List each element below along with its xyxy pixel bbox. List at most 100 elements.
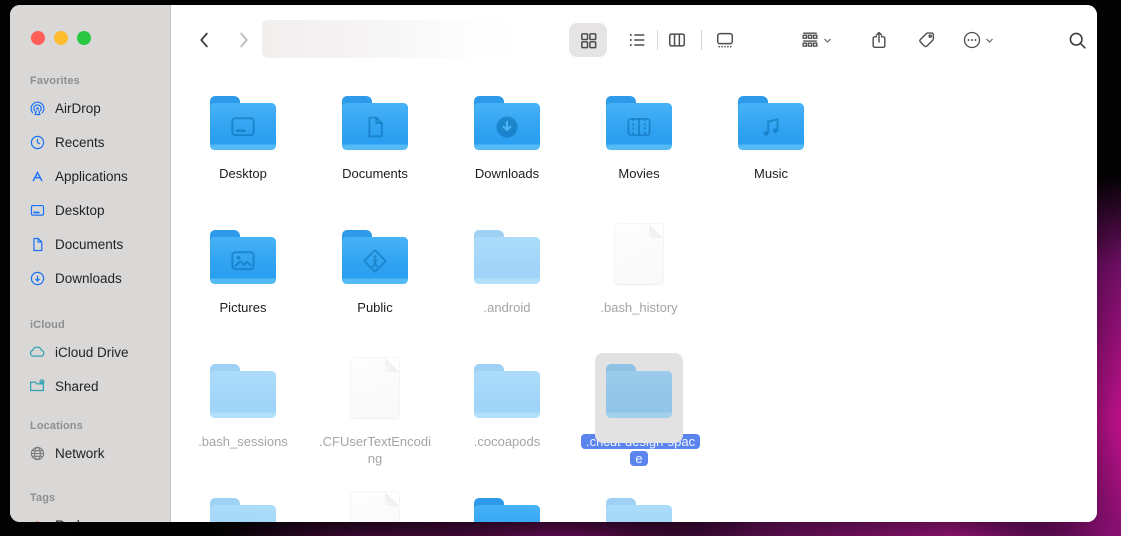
gallery-view-button[interactable] <box>709 23 741 57</box>
sidebar-item-tag-red[interactable]: Red <box>10 508 170 522</box>
grid-icon <box>579 31 598 50</box>
folder-icon <box>606 96 672 150</box>
appstore-icon <box>25 168 49 185</box>
item-label: .android <box>449 299 565 316</box>
grid-item-hidden-file[interactable] <box>315 494 435 522</box>
item-label: Desktop <box>185 165 301 182</box>
folder-icon <box>210 230 276 284</box>
grid-item-public[interactable]: Public <box>315 226 435 360</box>
download-glyph <box>474 103 540 150</box>
sidebar-item-label: Applications <box>55 169 128 184</box>
icon-view-button[interactable] <box>569 23 607 57</box>
item-label: .bash_sessions <box>185 433 301 450</box>
grid-item-cfusertextencoding[interactable]: .CFUserTextEncoding <box>315 360 435 494</box>
folder-icon <box>606 498 672 522</box>
columns-icon <box>667 30 687 50</box>
search-button[interactable] <box>1061 23 1093 57</box>
grid-item-cocoapods[interactable]: .cocoapods <box>447 360 567 494</box>
gallery-icon <box>715 30 735 50</box>
sidebar-item-desktop[interactable]: Desktop <box>10 193 170 227</box>
close-button[interactable] <box>31 31 45 45</box>
sidebar-section-icloud: iCloud <box>10 315 170 335</box>
sidebar-item-documents[interactable]: Documents <box>10 227 170 261</box>
airdrop-icon <box>25 100 49 117</box>
folder-icon <box>342 96 408 150</box>
folder-icon <box>474 364 540 418</box>
sidebar-item-network[interactable]: Network <box>10 436 170 470</box>
folder-icon <box>606 364 672 418</box>
grid-item-folder[interactable] <box>447 494 567 522</box>
grid-row: .bash_sessions .CFUserTextEncoding .coco… <box>183 360 831 494</box>
file-grid: Desktop Documents Downloads <box>183 92 831 522</box>
grid-item-desktop[interactable]: Desktop <box>183 92 303 226</box>
tag-button[interactable] <box>911 23 943 57</box>
document-icon <box>25 236 49 253</box>
zoom-button[interactable] <box>77 31 91 45</box>
red-tag-icon <box>25 517 49 523</box>
document-glyph <box>342 103 408 150</box>
group-button[interactable] <box>793 23 839 57</box>
folder-icon <box>738 96 804 150</box>
grid-item-hidden-folder[interactable] <box>579 494 699 522</box>
folder-icon <box>210 498 276 522</box>
chevron-down-icon <box>984 35 995 46</box>
chevron-right-icon <box>232 29 254 51</box>
toolbar-title-area <box>262 20 520 58</box>
grid-item-pictures[interactable]: Pictures <box>183 226 303 360</box>
chevron-down-icon <box>822 35 833 46</box>
folder-icon <box>474 96 540 150</box>
music-note-glyph <box>738 103 804 150</box>
item-label: Movies <box>581 165 697 182</box>
chevron-left-icon <box>194 29 216 51</box>
sidebar-item-applications[interactable]: Applications <box>10 159 170 193</box>
item-label: Music <box>713 165 829 182</box>
sidebar-item-label: Desktop <box>55 203 105 218</box>
folder-icon <box>474 498 540 522</box>
bank-glyph <box>606 505 672 522</box>
sidebar-item-label: AirDrop <box>55 101 101 116</box>
grid-item-bash-history[interactable]: .bash_history <box>579 226 699 360</box>
download-circle-icon <box>25 270 49 287</box>
finder-window: Favorites AirDrop Recents Applications D… <box>10 5 1097 522</box>
grid-item-bash-sessions[interactable]: .bash_sessions <box>183 360 303 494</box>
column-view-button[interactable] <box>661 23 693 57</box>
grid-item-music[interactable]: Music <box>711 92 831 226</box>
grid-item-cricut-design-space-selected[interactable]: .cricut-design-space <box>579 360 699 494</box>
share-icon <box>869 30 889 50</box>
back-button[interactable] <box>189 23 221 57</box>
grid-item-downloads[interactable]: Downloads <box>447 92 567 226</box>
sidebar-item-recents[interactable]: Recents <box>10 125 170 159</box>
grid-item-android[interactable]: .android <box>447 226 567 360</box>
sidebar-item-label: iCloud Drive <box>55 345 129 360</box>
grid-item-movies[interactable]: Movies <box>579 92 699 226</box>
sidebar-item-downloads[interactable]: Downloads <box>10 261 170 295</box>
sidebar-item-airdrop[interactable]: AirDrop <box>10 91 170 125</box>
share-button[interactable] <box>863 23 895 57</box>
folder-icon <box>210 364 276 418</box>
sidebar-item-label: Red <box>55 518 80 523</box>
sidebar-item-label: Recents <box>55 135 105 150</box>
ellipsis-circle-icon <box>962 30 982 50</box>
tag-icon <box>917 30 937 50</box>
main-content: Desktop Documents Downloads <box>171 5 1097 522</box>
grid-row: Pictures Public .android .bash_history <box>183 226 831 360</box>
file-icon <box>351 358 399 418</box>
folder-icon <box>342 230 408 284</box>
sidebar-section-locations: Locations <box>10 416 170 436</box>
sidebar-item-shared[interactable]: Shared <box>10 369 170 403</box>
sidebar-item-label: Network <box>55 446 105 461</box>
magnifier-icon <box>1067 30 1088 51</box>
sidebar-item-icloud-drive[interactable]: iCloud Drive <box>10 335 170 369</box>
desktop-icon <box>25 202 49 219</box>
minimize-button[interactable] <box>54 31 68 45</box>
list-view-button[interactable] <box>621 23 653 57</box>
folder-icon <box>474 230 540 284</box>
file-icon <box>351 492 399 522</box>
more-button[interactable] <box>955 23 1001 57</box>
grid-item-documents[interactable]: Documents <box>315 92 435 226</box>
globe-icon <box>25 445 49 462</box>
sidebar-item-label: Documents <box>55 237 123 252</box>
grid-item-hidden-folder[interactable] <box>183 494 303 522</box>
sidebar: Favorites AirDrop Recents Applications D… <box>10 5 171 522</box>
forward-button[interactable] <box>227 23 259 57</box>
